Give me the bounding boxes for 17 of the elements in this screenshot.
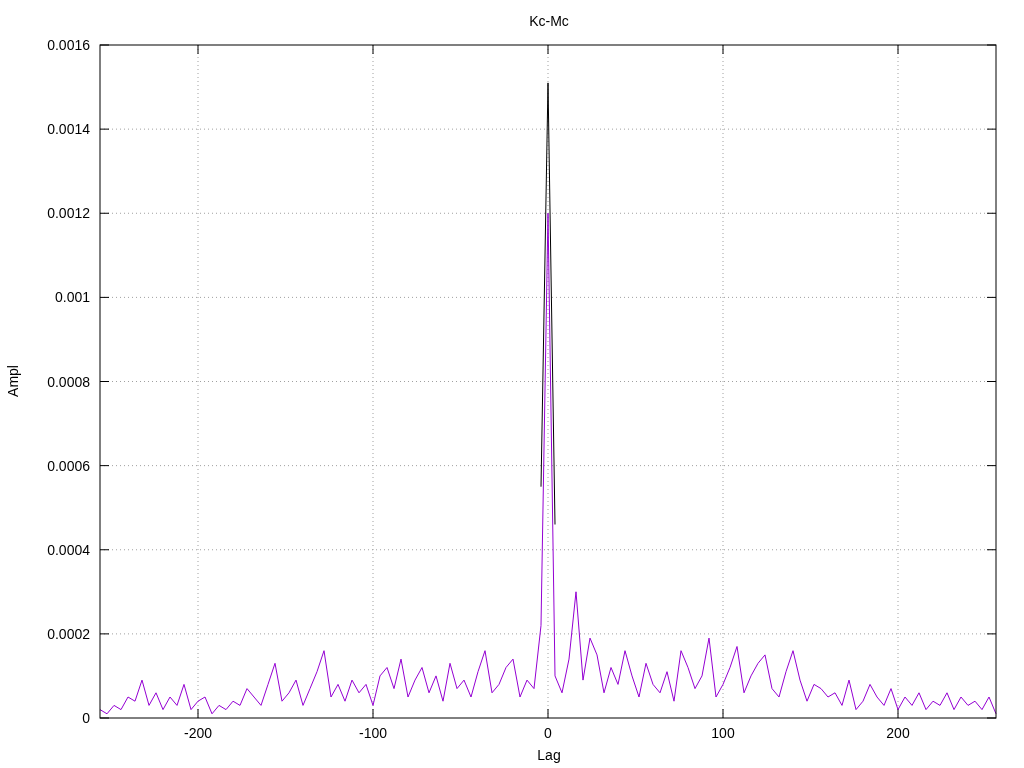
tick-label: 0.0016: [47, 37, 90, 53]
tick-label: 0.0002: [47, 625, 90, 642]
axis-label: Lag: [537, 747, 561, 763]
chart-title: Kc-Mc: [529, 13, 569, 29]
tick-label: 0.0006: [47, 457, 90, 474]
tick-label: 0.0014: [47, 121, 90, 138]
tick-label: -100: [359, 725, 387, 741]
tick-label: 0.0004: [47, 541, 90, 558]
tick-label: 0: [544, 725, 552, 741]
tick-label: 0.0008: [47, 373, 90, 390]
tick-label: -200: [184, 725, 212, 741]
tick-label: 0: [82, 710, 90, 726]
tick-label: 100: [711, 725, 735, 741]
tick-label: 0.001: [54, 289, 90, 306]
tick-label: 200: [886, 725, 910, 741]
axis-label: Ampl: [5, 365, 21, 397]
tick-label: 0.0012: [47, 205, 90, 222]
